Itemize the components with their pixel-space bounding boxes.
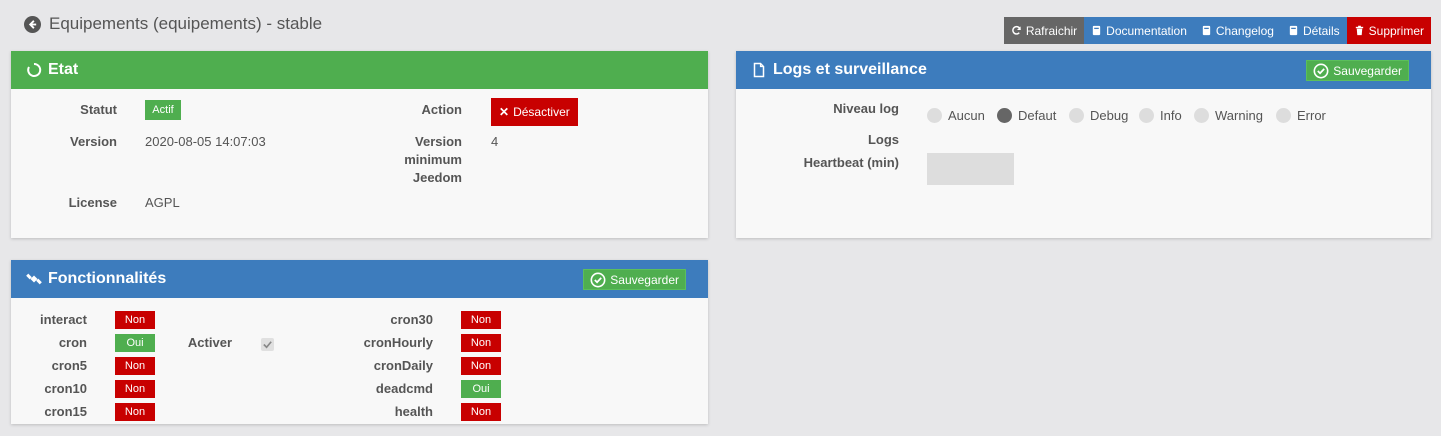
features-title: Fonctionnalités (48, 270, 167, 287)
version-value: 2020-08-05 14:07:03 (145, 134, 266, 149)
delete-button[interactable]: Supprimer (1346, 17, 1431, 44)
min-version-value: 4 (491, 134, 499, 149)
niveau-log-label: Niveau log (833, 101, 899, 116)
details-label: Détails (1302, 23, 1340, 38)
logs-save-button[interactable]: Sauvegarder (1306, 60, 1409, 81)
log-level-info[interactable]: Info (1139, 108, 1182, 123)
etat-panel-header: Etat (11, 51, 708, 89)
deactivate-button[interactable]: ✕ Désactiver (491, 98, 578, 126)
feature-label: cron10 (44, 381, 87, 396)
min-version-label: Version minimum Jeedom (404, 133, 462, 187)
feature-label: cron30 (390, 312, 433, 327)
spinner-icon (27, 62, 42, 77)
features-save-label: Sauvegarder (610, 272, 679, 287)
refresh-button[interactable]: Rafraichir (1003, 17, 1085, 44)
log-level-error[interactable]: Error (1276, 108, 1326, 123)
logs-title: Logs et surveillance (773, 61, 927, 78)
log-level-warning[interactable]: Warning (1194, 108, 1263, 123)
feature-badge: Oui (461, 380, 501, 398)
feature-badge: Non (115, 403, 155, 421)
feature-badge: Non (115, 380, 155, 398)
back-arrow-icon[interactable] (24, 15, 41, 33)
feature-badge: Non (461, 403, 501, 421)
log-level-debug[interactable]: Debug (1069, 108, 1128, 123)
feature-label: cronDaily (373, 358, 433, 373)
min-version-label-line2: minimum (404, 152, 462, 167)
activer-label: Activer (187, 335, 232, 350)
trash-icon (1355, 25, 1363, 36)
action-toolbar: Rafraichir Documentation Changelog Détai… (1003, 17, 1431, 44)
logs-save-label: Sauvegarder (1333, 63, 1402, 78)
version-label: Version (70, 134, 117, 149)
features-save-button[interactable]: Sauvegarder (583, 269, 686, 290)
feature-badge: Non (115, 357, 155, 375)
radio-dot (1139, 108, 1154, 123)
feature-label: cronHourly (363, 335, 433, 350)
features-panel-header: Fonctionnalités Sauvegarder (11, 260, 708, 298)
log-level-defaut[interactable]: Defaut (997, 108, 1056, 123)
feature-label: health (394, 404, 433, 419)
book-icon (1202, 25, 1211, 36)
check-icon (263, 341, 272, 349)
statut-label: Statut (80, 102, 117, 117)
min-version-label-line3: Jeedom (412, 170, 462, 185)
logs-panel-header: Logs et surveillance Sauvegarder (736, 51, 1431, 89)
feature-badge: Non (461, 311, 501, 329)
delete-label: Supprimer (1368, 23, 1424, 38)
radio-dot-selected (997, 108, 1012, 123)
deactivate-label: Désactiver (513, 105, 570, 119)
statut-badge: Actif (145, 100, 181, 120)
book-icon (1289, 25, 1298, 36)
satellite-icon (26, 273, 42, 285)
refresh-icon (1011, 25, 1021, 35)
feature-badge: Non (461, 357, 501, 375)
feature-label: cron15 (44, 404, 87, 419)
features-panel: Fonctionnalités Sauvegarder interact Non… (11, 260, 708, 424)
heartbeat-label: Heartbeat (min) (803, 155, 899, 170)
radio-dot (927, 108, 942, 123)
log-level-label: Warning (1215, 108, 1263, 123)
license-value: AGPL (145, 195, 180, 210)
details-button[interactable]: Détails (1280, 17, 1347, 44)
heartbeat-input[interactable] (927, 153, 1014, 185)
etat-panel: Etat Statut Actif Action ✕ Désactiver Ve… (11, 51, 708, 238)
radio-dot (1194, 108, 1209, 123)
log-level-label: Info (1160, 108, 1182, 123)
file-icon (753, 62, 765, 78)
feature-badge: Non (461, 334, 501, 352)
documentation-label: Documentation (1106, 23, 1187, 38)
feature-label: cron5 (51, 358, 87, 373)
changelog-button[interactable]: Changelog (1193, 17, 1281, 44)
license-label: License (68, 195, 117, 210)
feature-badge: Oui (115, 334, 155, 352)
log-level-aucun[interactable]: Aucun (927, 108, 985, 123)
action-label: Action (421, 102, 462, 117)
radio-dot (1276, 108, 1291, 123)
documentation-button[interactable]: Documentation (1084, 17, 1194, 44)
book-icon (1093, 25, 1101, 36)
changelog-label: Changelog (1215, 23, 1274, 38)
log-level-label: Aucun (948, 108, 985, 123)
page-header: Equipements (equipements) - stable (24, 14, 322, 34)
check-circle-icon (1313, 63, 1329, 78)
check-circle-icon (590, 272, 606, 287)
activer-checkbox[interactable] (261, 338, 274, 351)
log-level-label: Error (1297, 108, 1326, 123)
feature-label: cron (58, 335, 87, 350)
refresh-label: Rafraichir (1025, 23, 1078, 38)
log-level-label: Defaut (1018, 108, 1057, 123)
feature-badge: Non (115, 311, 155, 329)
logs-label: Logs (867, 132, 899, 147)
etat-title: Etat (48, 61, 79, 78)
feature-label: interact (40, 312, 87, 327)
logs-panel: Logs et surveillance Sauvegarder Niveau … (736, 51, 1431, 238)
page-title: Equipements (equipements) - stable (49, 14, 323, 33)
min-version-label-line1: Version (415, 134, 462, 149)
radio-dot (1069, 108, 1084, 123)
close-icon: ✕ (499, 105, 510, 119)
log-level-label: Debug (1090, 108, 1129, 123)
feature-label: deadcmd (375, 381, 433, 396)
